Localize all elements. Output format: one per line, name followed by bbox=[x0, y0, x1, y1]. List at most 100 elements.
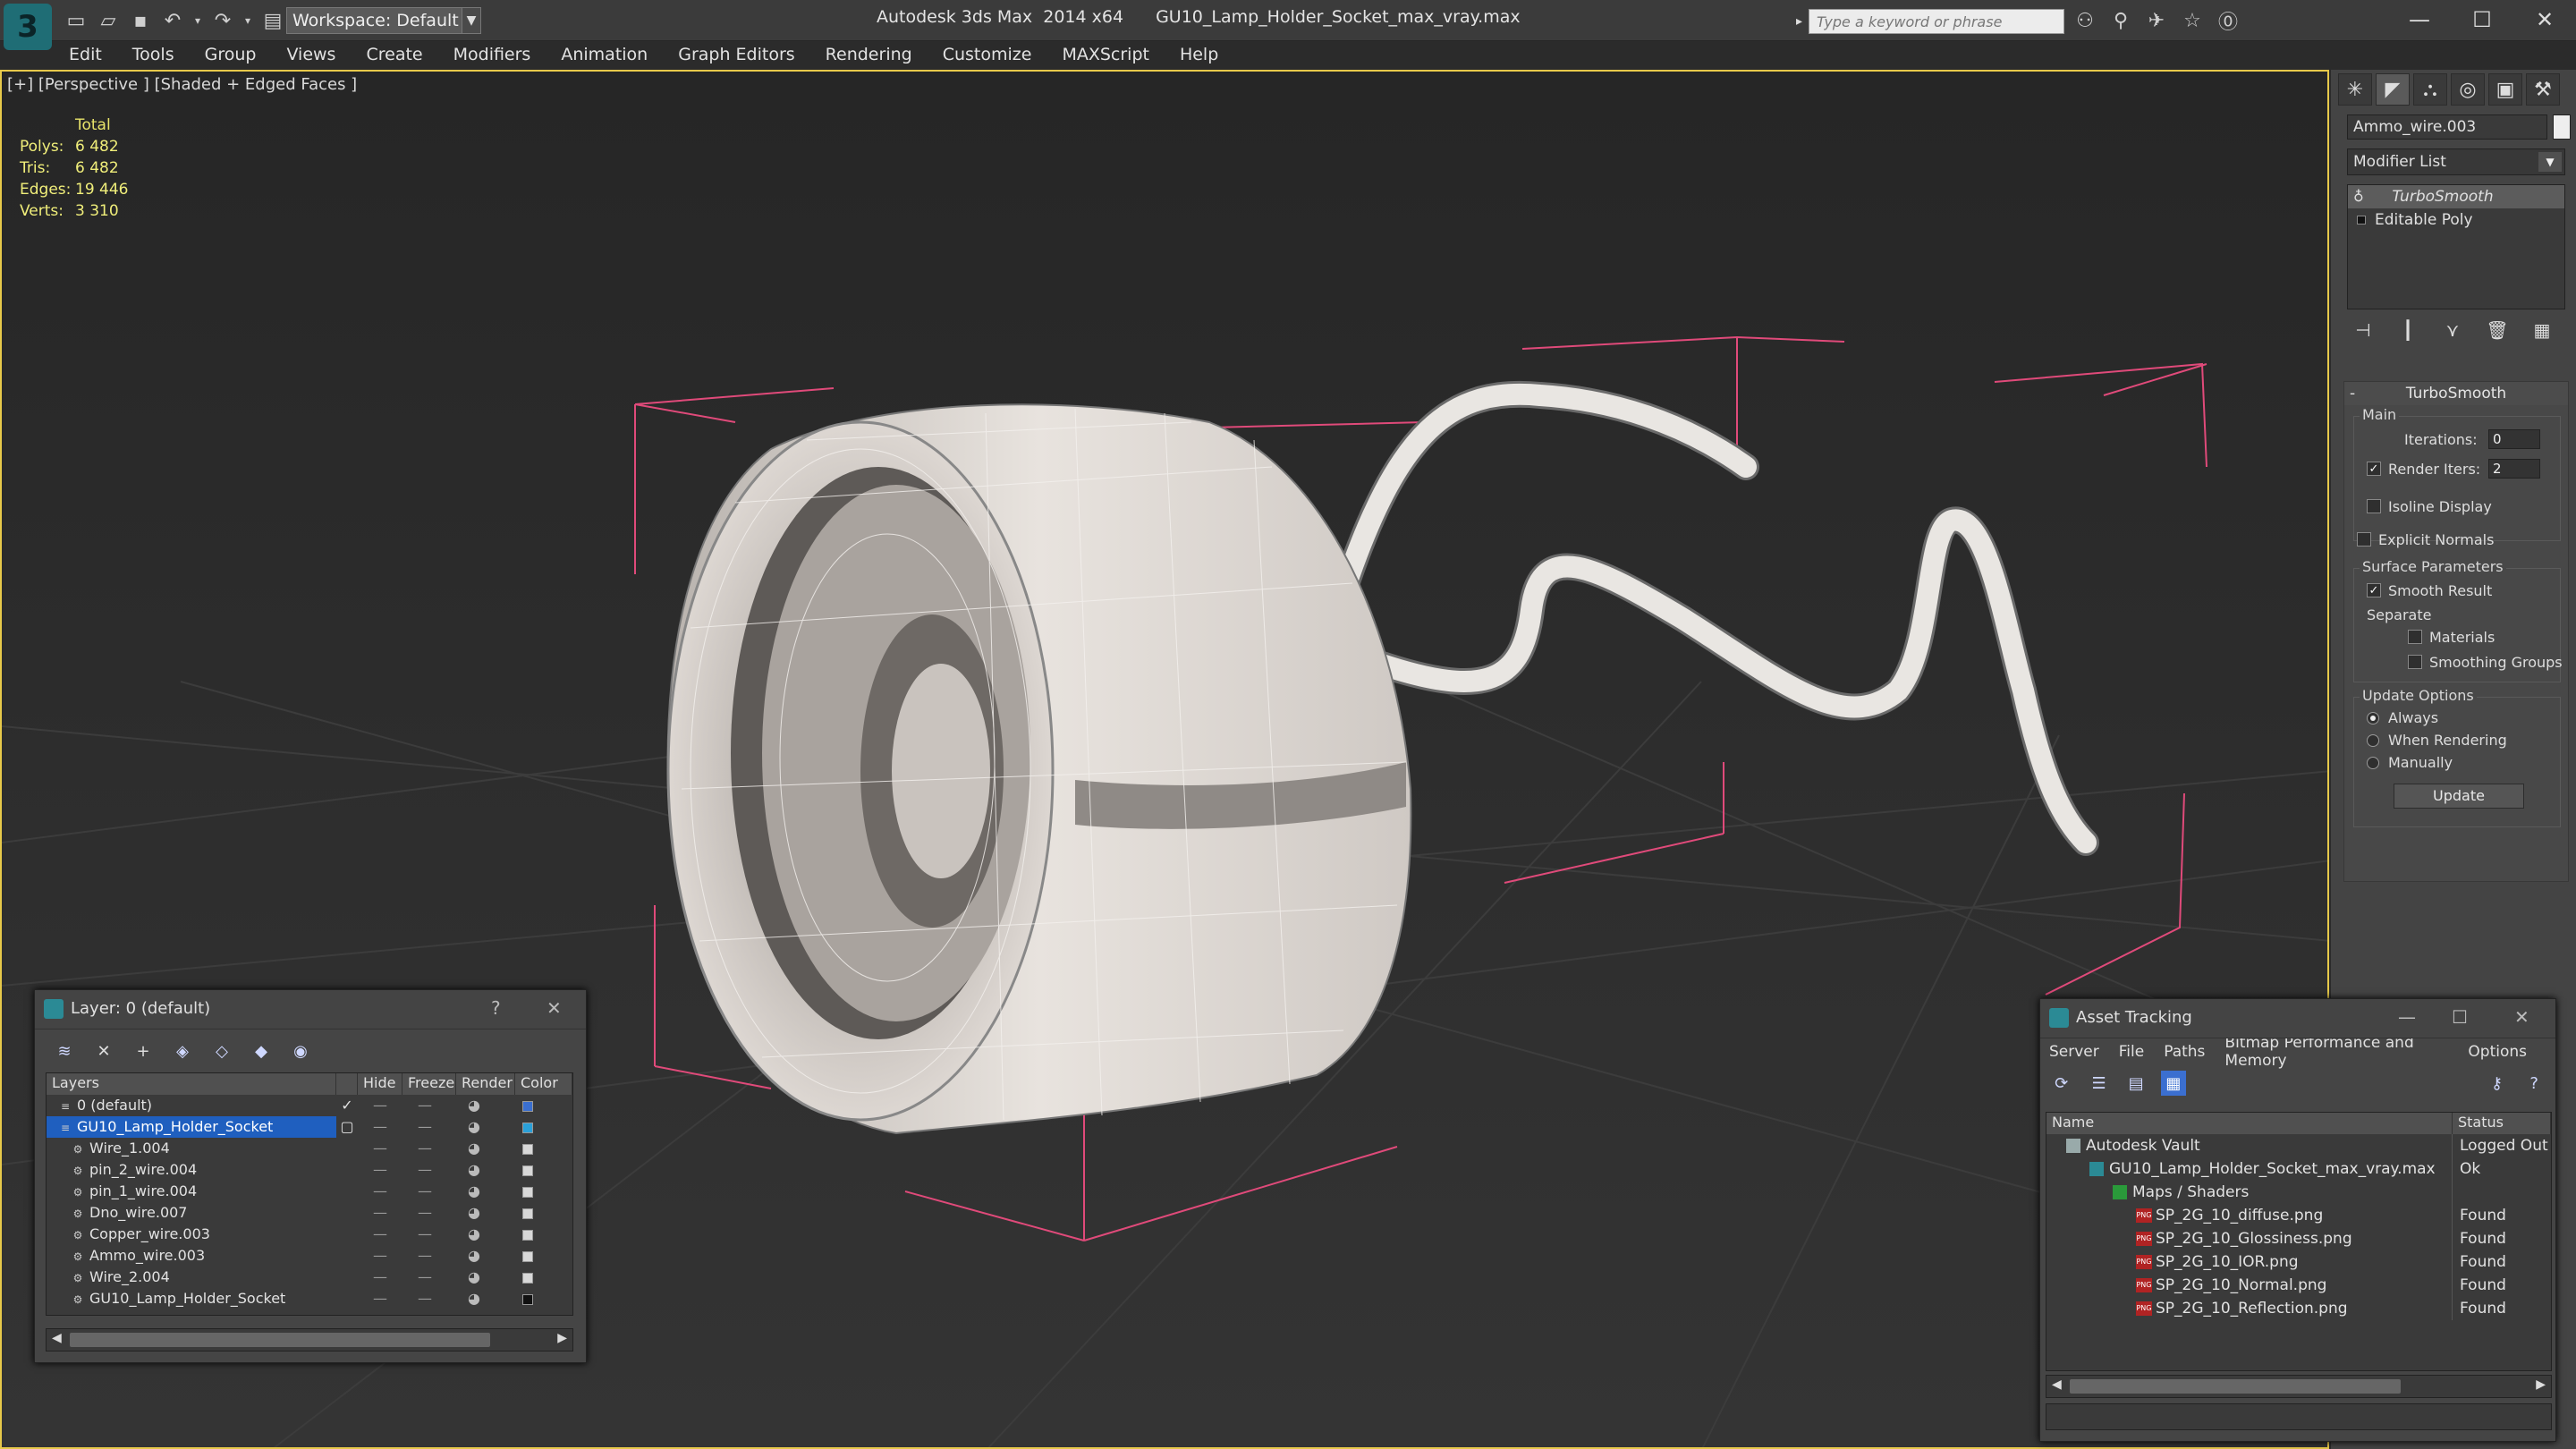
layer-name-cell[interactable]: ⚙ Wire_1.004 bbox=[47, 1138, 336, 1159]
current-layer-toggle[interactable] bbox=[336, 1202, 358, 1224]
layer-color-swatch[interactable] bbox=[522, 1229, 533, 1241]
communication-icon[interactable]: ✈ bbox=[2141, 7, 2172, 34]
vault-login-icon[interactable]: ⚷ bbox=[2485, 1071, 2510, 1096]
undo-dropdown-icon[interactable]: ▾ bbox=[191, 7, 204, 34]
scrollbar-thumb[interactable] bbox=[70, 1333, 490, 1347]
minimize-icon[interactable]: — bbox=[2388, 0, 2451, 39]
undo-icon[interactable]: ↶ bbox=[159, 7, 186, 34]
layer-row[interactable]: ⚙ pin_2_wire.004— — ◕ bbox=[47, 1159, 572, 1181]
asset-row[interactable]: PNG SP_2G_10_Reflection.png Found bbox=[2046, 1297, 2551, 1320]
menu-help[interactable]: Help bbox=[1165, 41, 1233, 68]
scroll-left-icon[interactable]: ◀ bbox=[52, 1331, 62, 1345]
asset-horizontal-scrollbar[interactable]: ◀ ▶ bbox=[2046, 1375, 2552, 1398]
layer-row[interactable]: ⚙ GU10_Lamp_Holder_Socket — — ◕ bbox=[47, 1288, 572, 1309]
open-folder-icon[interactable]: ▱ bbox=[95, 7, 122, 34]
subscription-icon[interactable]: ⚲ bbox=[2106, 7, 2136, 34]
hierarchy-tab-icon[interactable]: ⛬ bbox=[2413, 73, 2447, 106]
menu-customize[interactable]: Customize bbox=[928, 41, 1047, 68]
layer-row[interactable]: ⚙ Copper_wire.003— — ◕ bbox=[47, 1224, 572, 1245]
render-teapot-icon[interactable]: ◕ bbox=[447, 1181, 501, 1202]
iterations-spinner[interactable]: 0 bbox=[2488, 429, 2540, 449]
app-logo-icon[interactable]: 3 bbox=[4, 4, 52, 50]
select-layer-icon[interactable]: ◇ bbox=[208, 1038, 235, 1063]
asset-row[interactable]: PNG SP_2G_10_IOR.png Found bbox=[2046, 1250, 2551, 1274]
column-header-freeze[interactable]: Freeze bbox=[402, 1073, 456, 1095]
layer-row[interactable]: ⚙ pin_1_wire.004— — ◕ bbox=[47, 1181, 572, 1202]
render-teapot-icon[interactable]: ◕ bbox=[447, 1224, 501, 1245]
scrollbar-thumb[interactable] bbox=[2070, 1379, 2401, 1394]
render-teapot-icon[interactable]: ◕ bbox=[447, 1116, 501, 1138]
layer-row[interactable]: ≡ GU10_Lamp_Holder_Socket ▢ — — ◕ bbox=[47, 1116, 572, 1138]
color-cell[interactable] bbox=[501, 1288, 555, 1309]
redo-icon[interactable]: ↷ bbox=[209, 7, 236, 34]
asset-row[interactable]: PNG SP_2G_10_Glossiness.png Found bbox=[2046, 1227, 2551, 1250]
delete-layer-icon[interactable]: ✕ bbox=[90, 1038, 117, 1063]
asset-menu-options[interactable]: Options bbox=[2468, 1043, 2527, 1061]
render-iters-checkbox[interactable]: ✓ bbox=[2367, 462, 2381, 476]
detail-view-icon[interactable]: ▤ bbox=[2123, 1071, 2148, 1096]
hide-toggle-icon[interactable]: — bbox=[358, 1224, 402, 1245]
close-icon[interactable]: ✕ bbox=[2514, 1006, 2529, 1028]
modify-tab-icon[interactable]: ◤ bbox=[2376, 73, 2410, 106]
color-cell[interactable] bbox=[501, 1245, 555, 1267]
new-file-icon[interactable]: ▭ bbox=[63, 7, 89, 34]
hide-toggle-icon[interactable]: — bbox=[358, 1138, 402, 1159]
current-layer-toggle[interactable] bbox=[336, 1159, 358, 1181]
isoline-display-checkbox[interactable] bbox=[2367, 499, 2381, 513]
layer-color-swatch[interactable] bbox=[522, 1143, 533, 1155]
render-teapot-icon[interactable]: ◕ bbox=[447, 1267, 501, 1288]
color-cell[interactable] bbox=[501, 1267, 555, 1288]
layer-name-cell[interactable]: ≡ GU10_Lamp_Holder_Socket bbox=[47, 1116, 336, 1138]
modifier-list-dropdown[interactable]: Modifier List bbox=[2347, 148, 2565, 175]
display-tab-icon[interactable]: ▣ bbox=[2488, 73, 2522, 106]
freeze-toggle-icon[interactable]: — bbox=[402, 1159, 447, 1181]
hide-toggle-icon[interactable]: — bbox=[358, 1181, 402, 1202]
current-layer-toggle[interactable] bbox=[336, 1288, 358, 1309]
layer-name-cell[interactable]: ⚙ Wire_2.004 bbox=[47, 1267, 336, 1288]
refresh-icon[interactable]: ⟳ bbox=[2049, 1071, 2074, 1096]
current-layer-toggle[interactable] bbox=[336, 1138, 358, 1159]
asset-menu-paths[interactable]: Paths bbox=[2164, 1043, 2205, 1061]
render-teapot-icon[interactable]: ◕ bbox=[447, 1288, 501, 1309]
layer-color-swatch[interactable] bbox=[522, 1208, 533, 1219]
always-radio[interactable] bbox=[2367, 712, 2379, 724]
color-cell[interactable] bbox=[501, 1095, 555, 1116]
column-header-name[interactable]: Name bbox=[2046, 1113, 2453, 1134]
explicit-normals-checkbox[interactable] bbox=[2357, 532, 2371, 547]
create-tab-icon[interactable]: ✳ bbox=[2338, 73, 2372, 106]
color-cell[interactable] bbox=[501, 1138, 555, 1159]
scroll-right-icon[interactable]: ▶ bbox=[557, 1331, 567, 1345]
current-layer-toggle[interactable]: ✓ bbox=[336, 1095, 358, 1116]
menu-tools[interactable]: Tools bbox=[117, 41, 190, 68]
save-icon[interactable]: ▪ bbox=[127, 7, 154, 34]
asset-name-cell[interactable]: PNG SP_2G_10_Normal.png bbox=[2046, 1274, 2453, 1297]
color-cell[interactable] bbox=[501, 1181, 555, 1202]
asset-name-cell[interactable]: GU10_Lamp_Holder_Socket_max_vray.max bbox=[2046, 1157, 2453, 1181]
rollout-header[interactable]: - TurboSmooth bbox=[2344, 382, 2568, 405]
render-teapot-icon[interactable]: ◕ bbox=[447, 1138, 501, 1159]
redo-dropdown-icon[interactable]: ▾ bbox=[242, 7, 254, 34]
lightbulb-icon[interactable]: ♁ bbox=[2353, 188, 2364, 205]
object-color-swatch[interactable] bbox=[2553, 114, 2571, 140]
layer-name-cell[interactable]: ⚙ Ammo_wire.003 bbox=[47, 1245, 336, 1267]
render-teapot-icon[interactable]: ◕ bbox=[447, 1159, 501, 1181]
hide-all-icon[interactable]: ◉ bbox=[287, 1038, 314, 1063]
asset-panel-header[interactable]: Asset Tracking — ☐ ✕ bbox=[2040, 999, 2555, 1038]
maximize-icon[interactable]: ☐ bbox=[2452, 1006, 2468, 1028]
layer-color-swatch[interactable] bbox=[522, 1122, 533, 1133]
layer-name-cell[interactable]: ⚙ pin_2_wire.004 bbox=[47, 1159, 336, 1181]
project-folder-icon[interactable]: ▤ bbox=[259, 7, 286, 34]
hide-toggle-icon[interactable]: — bbox=[358, 1159, 402, 1181]
show-end-result-icon[interactable]: ┃ bbox=[2392, 317, 2424, 343]
color-cell[interactable] bbox=[501, 1116, 555, 1138]
column-header-color[interactable]: Color bbox=[515, 1073, 572, 1095]
freeze-toggle-icon[interactable]: — bbox=[402, 1202, 447, 1224]
render-teapot-icon[interactable]: ◕ bbox=[447, 1245, 501, 1267]
menu-rendering[interactable]: Rendering bbox=[810, 41, 928, 68]
close-icon[interactable]: ✕ bbox=[2513, 0, 2576, 39]
current-layer-toggle[interactable] bbox=[336, 1267, 358, 1288]
configure-sets-icon[interactable]: ▦ bbox=[2526, 317, 2558, 343]
add-layer-icon[interactable]: + bbox=[130, 1038, 157, 1063]
hide-toggle-icon[interactable]: — bbox=[358, 1202, 402, 1224]
layer-name-cell[interactable]: ⚙ Copper_wire.003 bbox=[47, 1224, 336, 1245]
